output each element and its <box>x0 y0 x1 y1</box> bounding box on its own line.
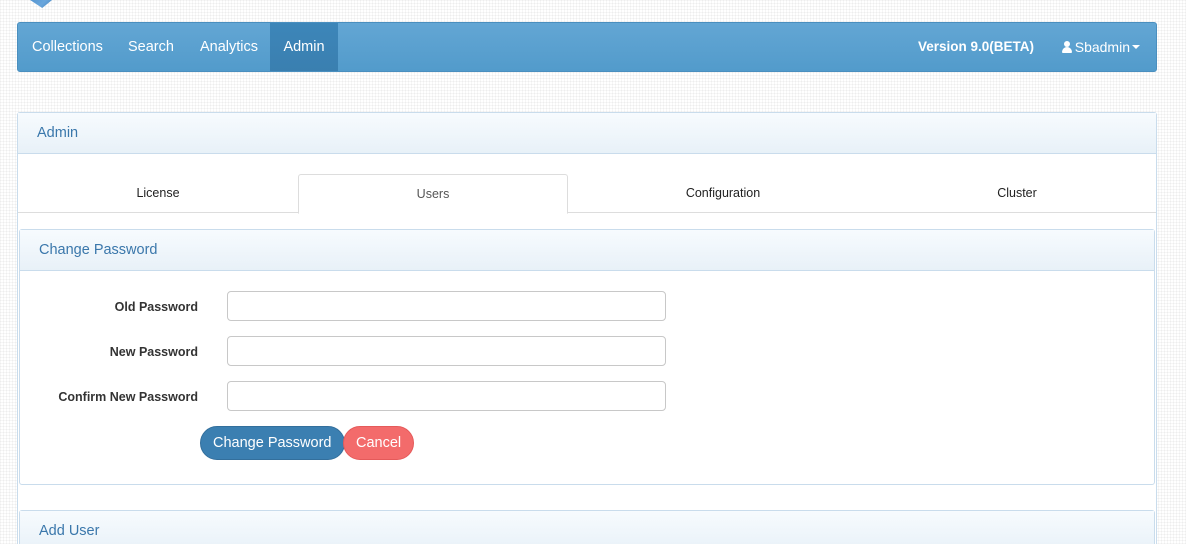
nav-admin[interactable]: Admin <box>270 23 338 71</box>
user-name: Sbadmin <box>1074 39 1130 55</box>
change-password-title: Change Password <box>20 230 1154 271</box>
add-user-title: Add User <box>20 511 1154 544</box>
old-password-input[interactable] <box>227 291 666 321</box>
logo-cube-icon <box>18 0 62 8</box>
old-password-label: Old Password <box>114 300 198 314</box>
tab-configuration[interactable]: Configuration <box>568 174 878 213</box>
nav-analytics[interactable]: Analytics <box>200 23 258 71</box>
brand-logo <box>14 0 62 8</box>
admin-panel-title: Admin <box>18 113 1156 154</box>
tab-license[interactable]: License <box>18 174 298 213</box>
new-password-input[interactable] <box>227 336 666 366</box>
cancel-button[interactable]: Cancel <box>343 426 415 460</box>
caret-down-icon <box>1132 45 1140 49</box>
admin-tabs: License Users Configuration Cluster <box>18 154 1156 214</box>
user-menu[interactable]: Sbadmin <box>1061 23 1140 71</box>
confirm-password-input[interactable] <box>227 381 666 411</box>
admin-panel: Admin License Users Configuration Cluste… <box>17 112 1157 544</box>
user-icon <box>1061 41 1072 53</box>
add-user-panel: Add User <box>19 510 1155 544</box>
nav-collections[interactable]: Collections <box>32 23 103 71</box>
confirm-password-label: Confirm New Password <box>58 390 198 404</box>
tab-cluster[interactable]: Cluster <box>878 174 1156 213</box>
top-navbar: Collections Search Analytics Admin Versi… <box>17 22 1157 72</box>
tab-users[interactable]: Users <box>298 174 568 214</box>
version-label: Version 9.0(BETA) <box>917 39 1034 54</box>
change-password-panel: Change Password Old Password New Passwor… <box>19 229 1155 485</box>
change-password-button[interactable]: Change Password <box>200 426 345 460</box>
nav-search[interactable]: Search <box>128 23 174 71</box>
new-password-label: New Password <box>109 345 198 359</box>
